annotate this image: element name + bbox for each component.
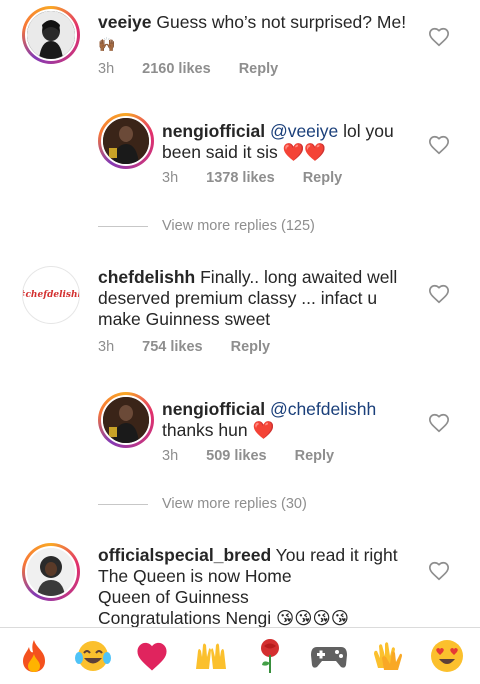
comment-text: officialspecial_breed You read it right … [98,545,398,629]
avatar[interactable] [22,543,80,601]
heart-eyes-icon [430,640,463,672]
avatar[interactable] [98,392,154,448]
reply-button[interactable]: Reply [295,448,335,464]
red-heart-icon [136,642,167,671]
profile-photo-icon [27,548,75,596]
tears-of-joy-icon [74,641,111,671]
mention-link[interactable]: @veeiye [270,121,338,141]
emoji-quick-bar [0,628,480,684]
comment-body: lol you [338,121,394,141]
mention-link[interactable]: @chefdelishh [270,399,376,419]
comment-body: Guess who’s not surprised? Me! [151,12,407,32]
comment-meta: 3h 509 likes Reply [162,448,334,464]
profile-photo-icon [103,397,149,443]
view-more-label[interactable]: View more replies (125) [162,218,315,234]
heart-eyes-emoji-button[interactable] [427,636,467,676]
like-heart-icon[interactable] [428,412,450,434]
comment-meta: 3h 2160 likes Reply [98,61,278,77]
raising-hands-icon [195,643,226,669]
like-heart-icon[interactable] [428,283,450,305]
timestamp: 3h [98,61,115,77]
likes-count[interactable]: 754 likes [142,339,202,355]
comment-meta: 3h 1378 likes Reply [162,170,342,186]
comment-body-line2: The Queen is now Home [98,566,292,586]
comment-meta: 3h 754 likes Reply [98,339,270,355]
comment-body: Finally.. long awaited well [195,267,398,287]
avatar-brand-text: #chefdelishh [23,290,79,300]
like-heart-icon[interactable] [428,560,450,582]
comment-body-line2: thanks hun ❤️ [162,420,275,440]
timestamp: 3h [162,448,179,464]
clapping-hands-icon [373,642,402,670]
likes-count[interactable]: 2160 likes [142,61,211,77]
reply-button[interactable]: Reply [231,339,271,355]
username[interactable]: officialspecial_breed [98,545,271,565]
view-more-replies-button[interactable]: View more replies (125) [98,218,315,234]
comment-body-line3: Queen of Guinness [98,587,249,607]
timestamp: 3h [162,170,179,186]
profile-photo-icon [27,11,75,59]
timestamp: 3h [98,339,115,355]
comment-text: nengiofficial @chefdelishh thanks hun ❤️ [162,399,376,441]
reply-button[interactable]: Reply [303,170,343,186]
username[interactable]: nengiofficial [162,399,265,419]
likes-count[interactable]: 1378 likes [206,170,275,186]
comment-body-line2: deserved premium classy ... infact u [98,288,378,308]
comment-body-line4: Congratulations Nengi 😘😘😘😘 [98,608,349,628]
raising-hands-emoji-button[interactable] [191,636,231,676]
comment-body-line3: make Guinness sweet [98,309,271,329]
fire-emoji-button[interactable] [14,636,54,676]
game-controller-icon [310,647,347,668]
rose-icon [260,639,279,673]
like-heart-icon[interactable] [428,134,450,156]
view-more-replies-button[interactable]: View more replies (30) [98,496,307,512]
username[interactable]: nengiofficial [162,121,265,141]
clapping-hands-emoji-button[interactable] [368,636,408,676]
rose-emoji-button[interactable] [250,636,290,676]
avatar[interactable]: #chefdelishh [22,266,80,324]
likes-count[interactable]: 509 likes [206,448,266,464]
avatar[interactable] [22,6,80,64]
game-controller-emoji-button[interactable] [309,636,349,676]
comment-body-line2: 🙌🏾 [98,36,116,52]
avatar[interactable] [98,113,154,169]
username[interactable]: veeiye [98,12,152,32]
comment-text: veeiye Guess who’s not surprised? Me! 🙌🏾 [98,12,406,55]
reply-button[interactable]: Reply [239,61,279,77]
username[interactable]: chefdelishh [98,267,195,287]
comment-body: You read it right [271,545,398,565]
view-more-label[interactable]: View more replies (30) [162,496,307,512]
fire-icon [22,640,45,672]
laughing-emoji-button[interactable] [73,636,113,676]
comment-text: nengiofficial @veeiye lol you been said … [162,121,394,163]
comment-body-line2: been said it sis ❤️❤️ [162,142,327,162]
like-heart-icon[interactable] [428,26,450,48]
divider-line [98,503,148,505]
divider-line [98,225,148,227]
comment-text: chefdelishh Finally.. long awaited well … [98,267,397,330]
red-heart-emoji-button[interactable] [132,636,172,676]
profile-photo-icon [103,118,149,164]
